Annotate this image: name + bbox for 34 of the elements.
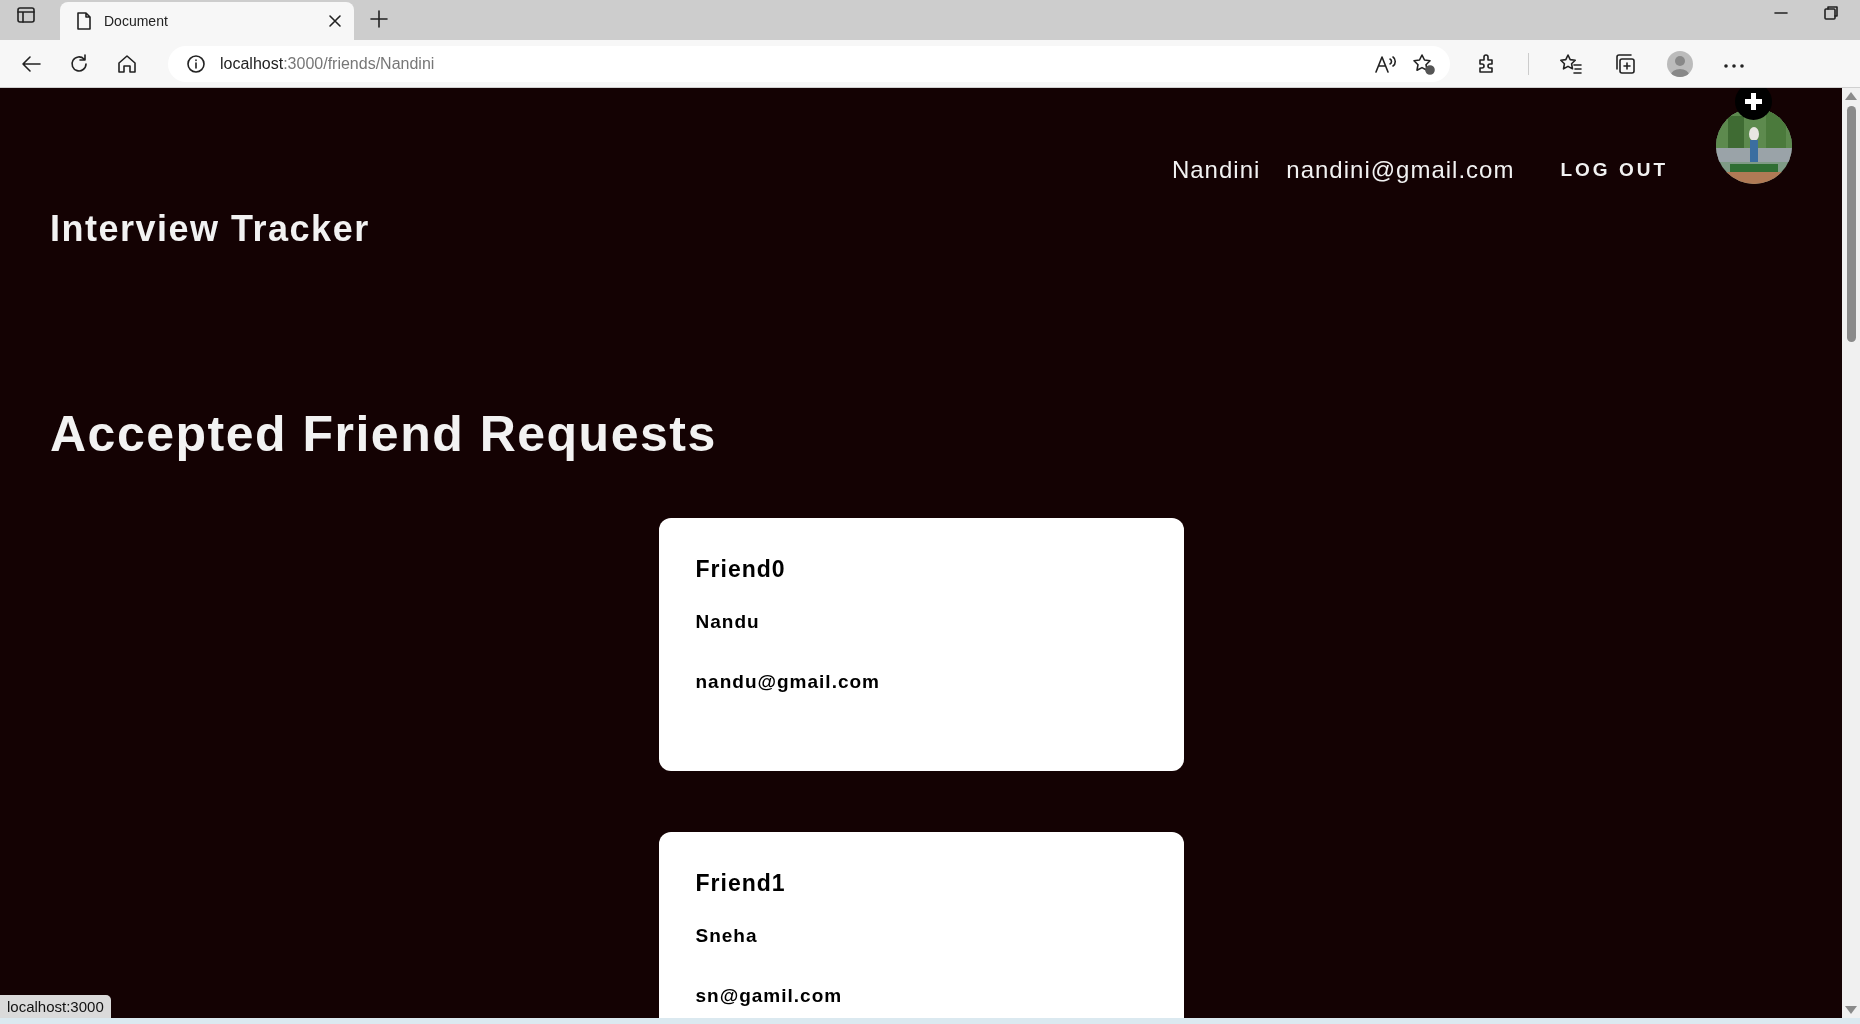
refresh-icon[interactable] [68,52,90,75]
profile-icon[interactable] [1667,50,1693,77]
new-tab-icon[interactable] [370,10,388,28]
scroll-up-icon[interactable] [1845,92,1857,100]
status-url: localhost:3000 [0,995,111,1018]
home-icon[interactable] [116,52,138,75]
document-icon [76,11,92,31]
app-title: Interview Tracker [50,208,370,250]
add-favorite-icon[interactable] [1412,52,1436,75]
friend-name: Sneha [695,925,758,947]
user-name: Nandini [1171,156,1261,184]
url-text: localhost:3000/friends/Nandini [220,54,436,73]
friend-label: Friend1 [695,870,786,897]
scroll-down-icon[interactable] [1845,1006,1857,1014]
add-photo-icon[interactable] [1735,88,1772,120]
friend-email: nandu@gmail.com [695,671,880,693]
scrollbar-thumb[interactable] [1846,106,1856,342]
browser-tab[interactable]: Document [60,2,354,40]
info-icon [186,53,206,74]
friend-email: sn@gamil.com [695,985,843,1007]
more-icon[interactable] [1723,62,1745,69]
page-heading: Accepted Friend Requests [50,405,718,463]
logout-button[interactable]: LOG OUT [1560,159,1668,181]
address-bar[interactable]: localhost:3000/friends/Nandini [168,45,1450,82]
friend-name: Nandu [695,611,760,633]
user-email: nandini@gmail.com [1286,156,1515,184]
back-icon[interactable] [20,53,42,74]
favorites-icon[interactable] [1559,52,1583,75]
friend-label: Friend0 [695,556,786,583]
collections-icon[interactable] [1613,51,1637,76]
close-icon[interactable] [328,14,342,28]
restore-icon[interactable] [1824,6,1838,20]
read-aloud-icon[interactable] [1374,53,1398,74]
tab-actions-icon[interactable] [16,5,36,25]
